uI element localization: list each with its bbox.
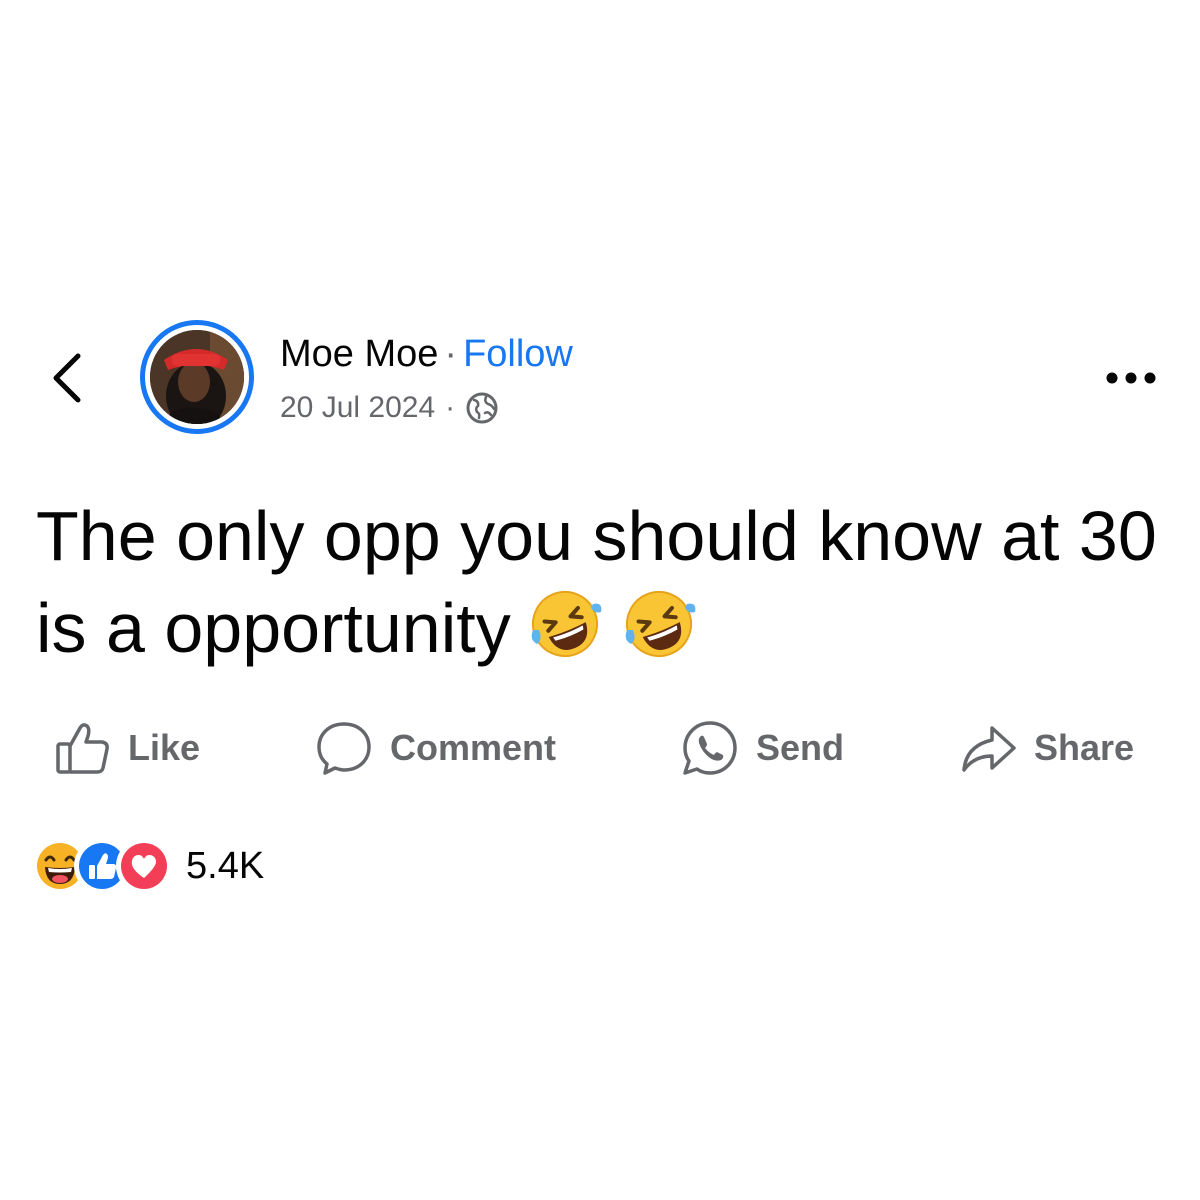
love-reaction-icon (116, 838, 172, 894)
post-meta: 20 Jul 2024 · (280, 388, 499, 428)
share-arrow-icon (962, 726, 1016, 772)
like-label: Like (128, 727, 201, 768)
more-options-button[interactable] (1096, 360, 1166, 396)
rolling-on-floor-laughing-emoji (625, 591, 696, 657)
name-separator: · (444, 333, 458, 375)
avatar-photo (150, 330, 244, 424)
avatar[interactable] (140, 320, 254, 434)
globe-icon[interactable] (465, 391, 499, 425)
more-dots-icon (1106, 372, 1156, 384)
rolling-on-floor-laughing-emoji (531, 591, 602, 657)
comment-label: Comment (390, 727, 557, 768)
send-button[interactable]: Send (680, 715, 844, 781)
author-line: Moe Moe · Follow (280, 331, 573, 377)
share-button[interactable]: Share (958, 715, 1134, 781)
back-button[interactable] (40, 348, 90, 408)
post-timestamp[interactable]: 20 Jul 2024 (280, 388, 435, 428)
meta-separator: · (445, 391, 456, 424)
send-label: Send (756, 727, 845, 768)
whatsapp-icon (683, 721, 737, 775)
post-text: The only opp you should know at 30 is a … (36, 490, 1166, 674)
reaction-count: 5.4K (186, 844, 265, 887)
comment-button[interactable]: Comment (314, 715, 556, 781)
thumbs-up-outline-icon (56, 723, 109, 774)
speech-bubble-icon (317, 722, 371, 775)
chevron-left-icon (53, 353, 81, 403)
follow-button[interactable]: Follow (463, 333, 573, 375)
reactions-summary[interactable]: 5.4K (32, 836, 264, 896)
share-label: Share (1034, 727, 1135, 768)
like-button[interactable]: Like (52, 715, 200, 781)
author-name[interactable]: Moe Moe (280, 333, 438, 375)
